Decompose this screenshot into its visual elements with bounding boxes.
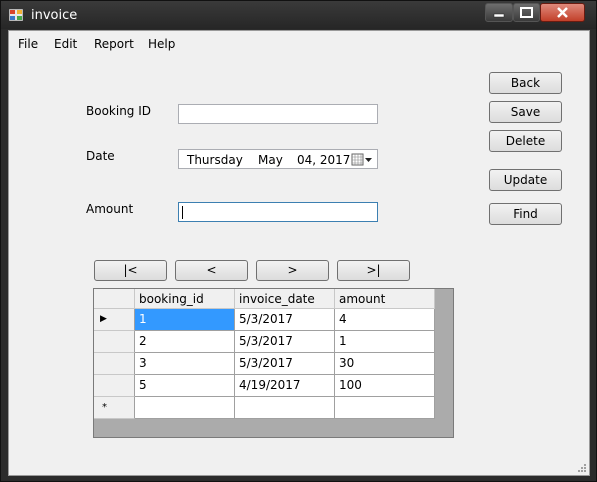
row-header[interactable] [94,331,135,353]
grid-cell[interactable]: 100 [335,375,435,397]
grid-cell[interactable]: 5/3/2017 [235,331,335,353]
resize-grip-icon[interactable] [575,463,587,475]
column-header-booking-id[interactable]: booking_id [135,289,235,309]
invoice-data-grid[interactable]: booking_id invoice_date amount ▶ 1 5/3/2… [93,288,454,438]
calendar-dropdown-icon[interactable] [351,153,375,166]
grid-new-cell[interactable] [335,397,435,419]
booking-id-input[interactable] [178,104,378,124]
current-row-arrow-icon: ▶ [100,314,107,324]
new-row-asterisk-icon: * [102,402,107,413]
column-header-invoice-date[interactable]: invoice_date [235,289,335,309]
form-app-icon [9,9,23,21]
column-header-amount[interactable]: amount [335,289,435,309]
close-button[interactable] [540,3,585,22]
grid-corner-header[interactable] [94,289,135,309]
minimize-button[interactable] [485,3,513,22]
maximize-icon [520,7,533,18]
grid-new-cell[interactable] [135,397,235,419]
last-record-button[interactable]: >| [337,260,410,281]
date-day: Thursday [187,153,243,167]
delete-button[interactable]: Delete [489,130,562,152]
booking-id-label: Booking ID [86,104,152,118]
grid-cell[interactable]: 4/19/2017 [235,375,335,397]
grid-cell[interactable]: 5/3/2017 [235,353,335,375]
grid-cell[interactable]: 1 [135,309,235,331]
menu-help[interactable]: Help [148,37,175,51]
row-header[interactable] [94,375,135,397]
save-button[interactable]: Save [489,101,562,123]
title-bar[interactable]: invoice [1,1,596,29]
client-area: File Edit Report Help Booking ID Date Th… [8,30,590,476]
next-record-button[interactable]: > [256,260,329,281]
menu-bar: File Edit Report Help [9,31,589,57]
window-title: invoice [31,8,78,23]
date-label: Date [86,149,115,163]
grid-cell[interactable]: 5/3/2017 [235,309,335,331]
grid-cell[interactable]: 30 [335,353,435,375]
menu-file[interactable]: File [18,37,38,51]
date-rest: 04, 2017 [297,153,351,167]
menu-edit[interactable]: Edit [54,37,77,51]
update-button[interactable]: Update [489,169,562,191]
maximize-button[interactable] [513,3,540,22]
row-header-current[interactable]: ▶ [94,309,135,331]
first-record-button[interactable]: |< [94,260,167,281]
grid-cell[interactable]: 1 [335,331,435,353]
text-caret [182,206,183,219]
amount-input[interactable] [178,202,378,222]
menu-report[interactable]: Report [94,37,134,51]
invoice-window: invoice File Edit Report Help Booking ID… [0,0,597,482]
grid-cell[interactable]: 5 [135,375,235,397]
back-button[interactable]: Back [489,72,562,94]
date-picker[interactable]: Thursday , May 04, 2017 [178,149,378,169]
minimize-icon [493,13,505,18]
close-icon [557,7,568,18]
find-button[interactable]: Find [489,203,562,225]
previous-record-button[interactable]: < [175,260,248,281]
grid-cell[interactable]: 2 [135,331,235,353]
row-header-new[interactable]: * [94,397,135,419]
grid-cell[interactable]: 4 [335,309,435,331]
row-header[interactable] [94,353,135,375]
date-separator: , [237,153,241,167]
date-month: May [258,153,283,167]
grid-cell[interactable]: 3 [135,353,235,375]
grid-new-cell[interactable] [235,397,335,419]
amount-label: Amount [86,202,134,216]
